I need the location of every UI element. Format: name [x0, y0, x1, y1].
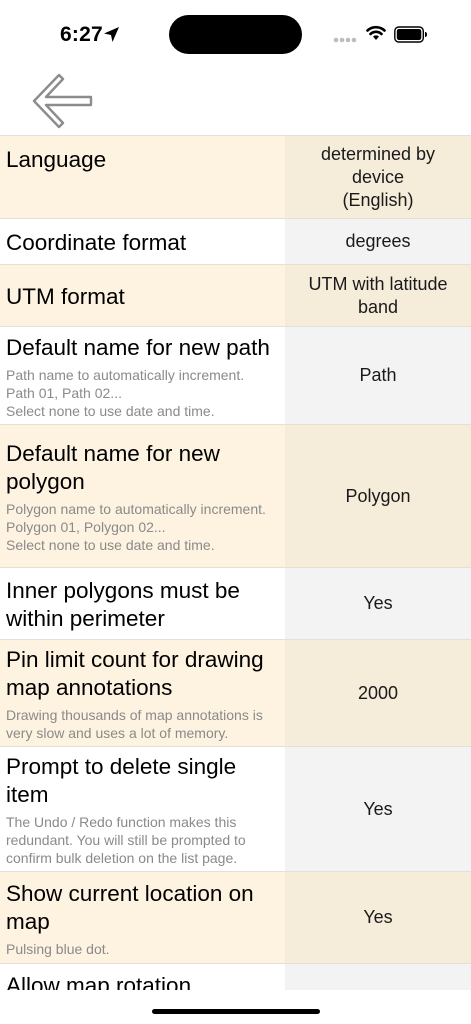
setting-description: The Undo / Redo function makes this redu…: [6, 814, 246, 866]
setting-title: Pin limit count for drawing map annotati…: [6, 647, 264, 700]
setting-title: Language: [6, 147, 107, 172]
setting-row-pin-limit[interactable]: Pin limit count for drawing map annotati…: [0, 639, 471, 746]
setting-row-prompt-delete[interactable]: Prompt to delete single item The Undo / …: [0, 746, 471, 871]
back-arrow-icon[interactable]: [28, 70, 96, 132]
setting-value[interactable]: UTM with latitude band: [285, 265, 471, 326]
setting-value[interactable]: determined by device (English): [285, 136, 471, 218]
navigation-bar: [0, 70, 471, 135]
setting-title: UTM format: [6, 283, 125, 309]
setting-label-cell: Prompt to delete single item The Undo / …: [0, 747, 285, 871]
setting-description: Polygon name to automatically increment.…: [6, 501, 266, 553]
setting-title: Prompt to delete single item: [6, 754, 237, 807]
location-arrow-icon: [104, 27, 119, 42]
setting-label-cell: Allow map rotation: [0, 964, 285, 990]
setting-value[interactable]: degrees: [285, 219, 471, 264]
wifi-icon: [366, 25, 386, 40]
setting-label-cell: Inner polygons must be within perimeter: [0, 568, 285, 639]
settings-list: Language determined by device (English) …: [0, 135, 471, 990]
setting-row-inner-polygons[interactable]: Inner polygons must be within perimeter …: [0, 567, 471, 639]
setting-label-cell: Pin limit count for drawing map annotati…: [0, 640, 285, 746]
setting-label-cell: Coordinate format: [0, 219, 285, 264]
setting-row-show-location[interactable]: Show current location on map Pulsing blu…: [0, 871, 471, 963]
setting-title: Coordinate format: [6, 229, 187, 255]
setting-row-default-polygon-name[interactable]: Default name for new polygon Polygon nam…: [0, 424, 471, 567]
setting-value[interactable]: Yes: [285, 872, 471, 963]
setting-title: Default name for new polygon: [6, 441, 220, 494]
setting-label-cell: UTM format: [0, 265, 285, 326]
setting-row-map-rotation[interactable]: Allow map rotation: [0, 963, 471, 990]
status-time: 6:27: [60, 23, 103, 46]
status-bar: 6:27: [0, 0, 471, 70]
battery-icon: [394, 26, 427, 43]
setting-label-cell: Default name for new path Path name to a…: [0, 327, 285, 424]
setting-description: Pulsing blue dot.: [6, 940, 110, 957]
cellular-signal-icon: [333, 37, 357, 43]
dynamic-island: [169, 15, 302, 54]
setting-value[interactable]: Yes: [285, 747, 471, 871]
setting-row-coordinate-format[interactable]: Coordinate format degrees: [0, 218, 471, 264]
setting-row-utm-format[interactable]: UTM format UTM with latitude band: [0, 264, 471, 326]
home-indicator: [152, 1009, 320, 1014]
setting-title: Allow map rotation: [6, 973, 192, 990]
setting-row-default-path-name[interactable]: Default name for new path Path name to a…: [0, 326, 471, 424]
setting-description: Drawing thousands of map annotations is …: [6, 707, 263, 741]
setting-value[interactable]: Yes: [285, 568, 471, 639]
setting-value[interactable]: Path: [285, 327, 471, 424]
setting-value[interactable]: 2000: [285, 640, 471, 746]
setting-value[interactable]: Polygon: [285, 425, 471, 567]
setting-value[interactable]: [285, 964, 471, 990]
setting-title: Show current location on map: [6, 880, 254, 934]
setting-row-language[interactable]: Language determined by device (English): [0, 135, 471, 218]
setting-title: Default name for new path: [6, 334, 270, 360]
setting-description: Path name to automatically increment. Pa…: [6, 366, 245, 419]
setting-label-cell: Default name for new polygon Polygon nam…: [0, 425, 285, 567]
setting-label-cell: Language: [0, 136, 285, 218]
setting-label-cell: Show current location on map Pulsing blu…: [0, 872, 285, 963]
setting-title: Inner polygons must be within perimeter: [6, 577, 240, 631]
